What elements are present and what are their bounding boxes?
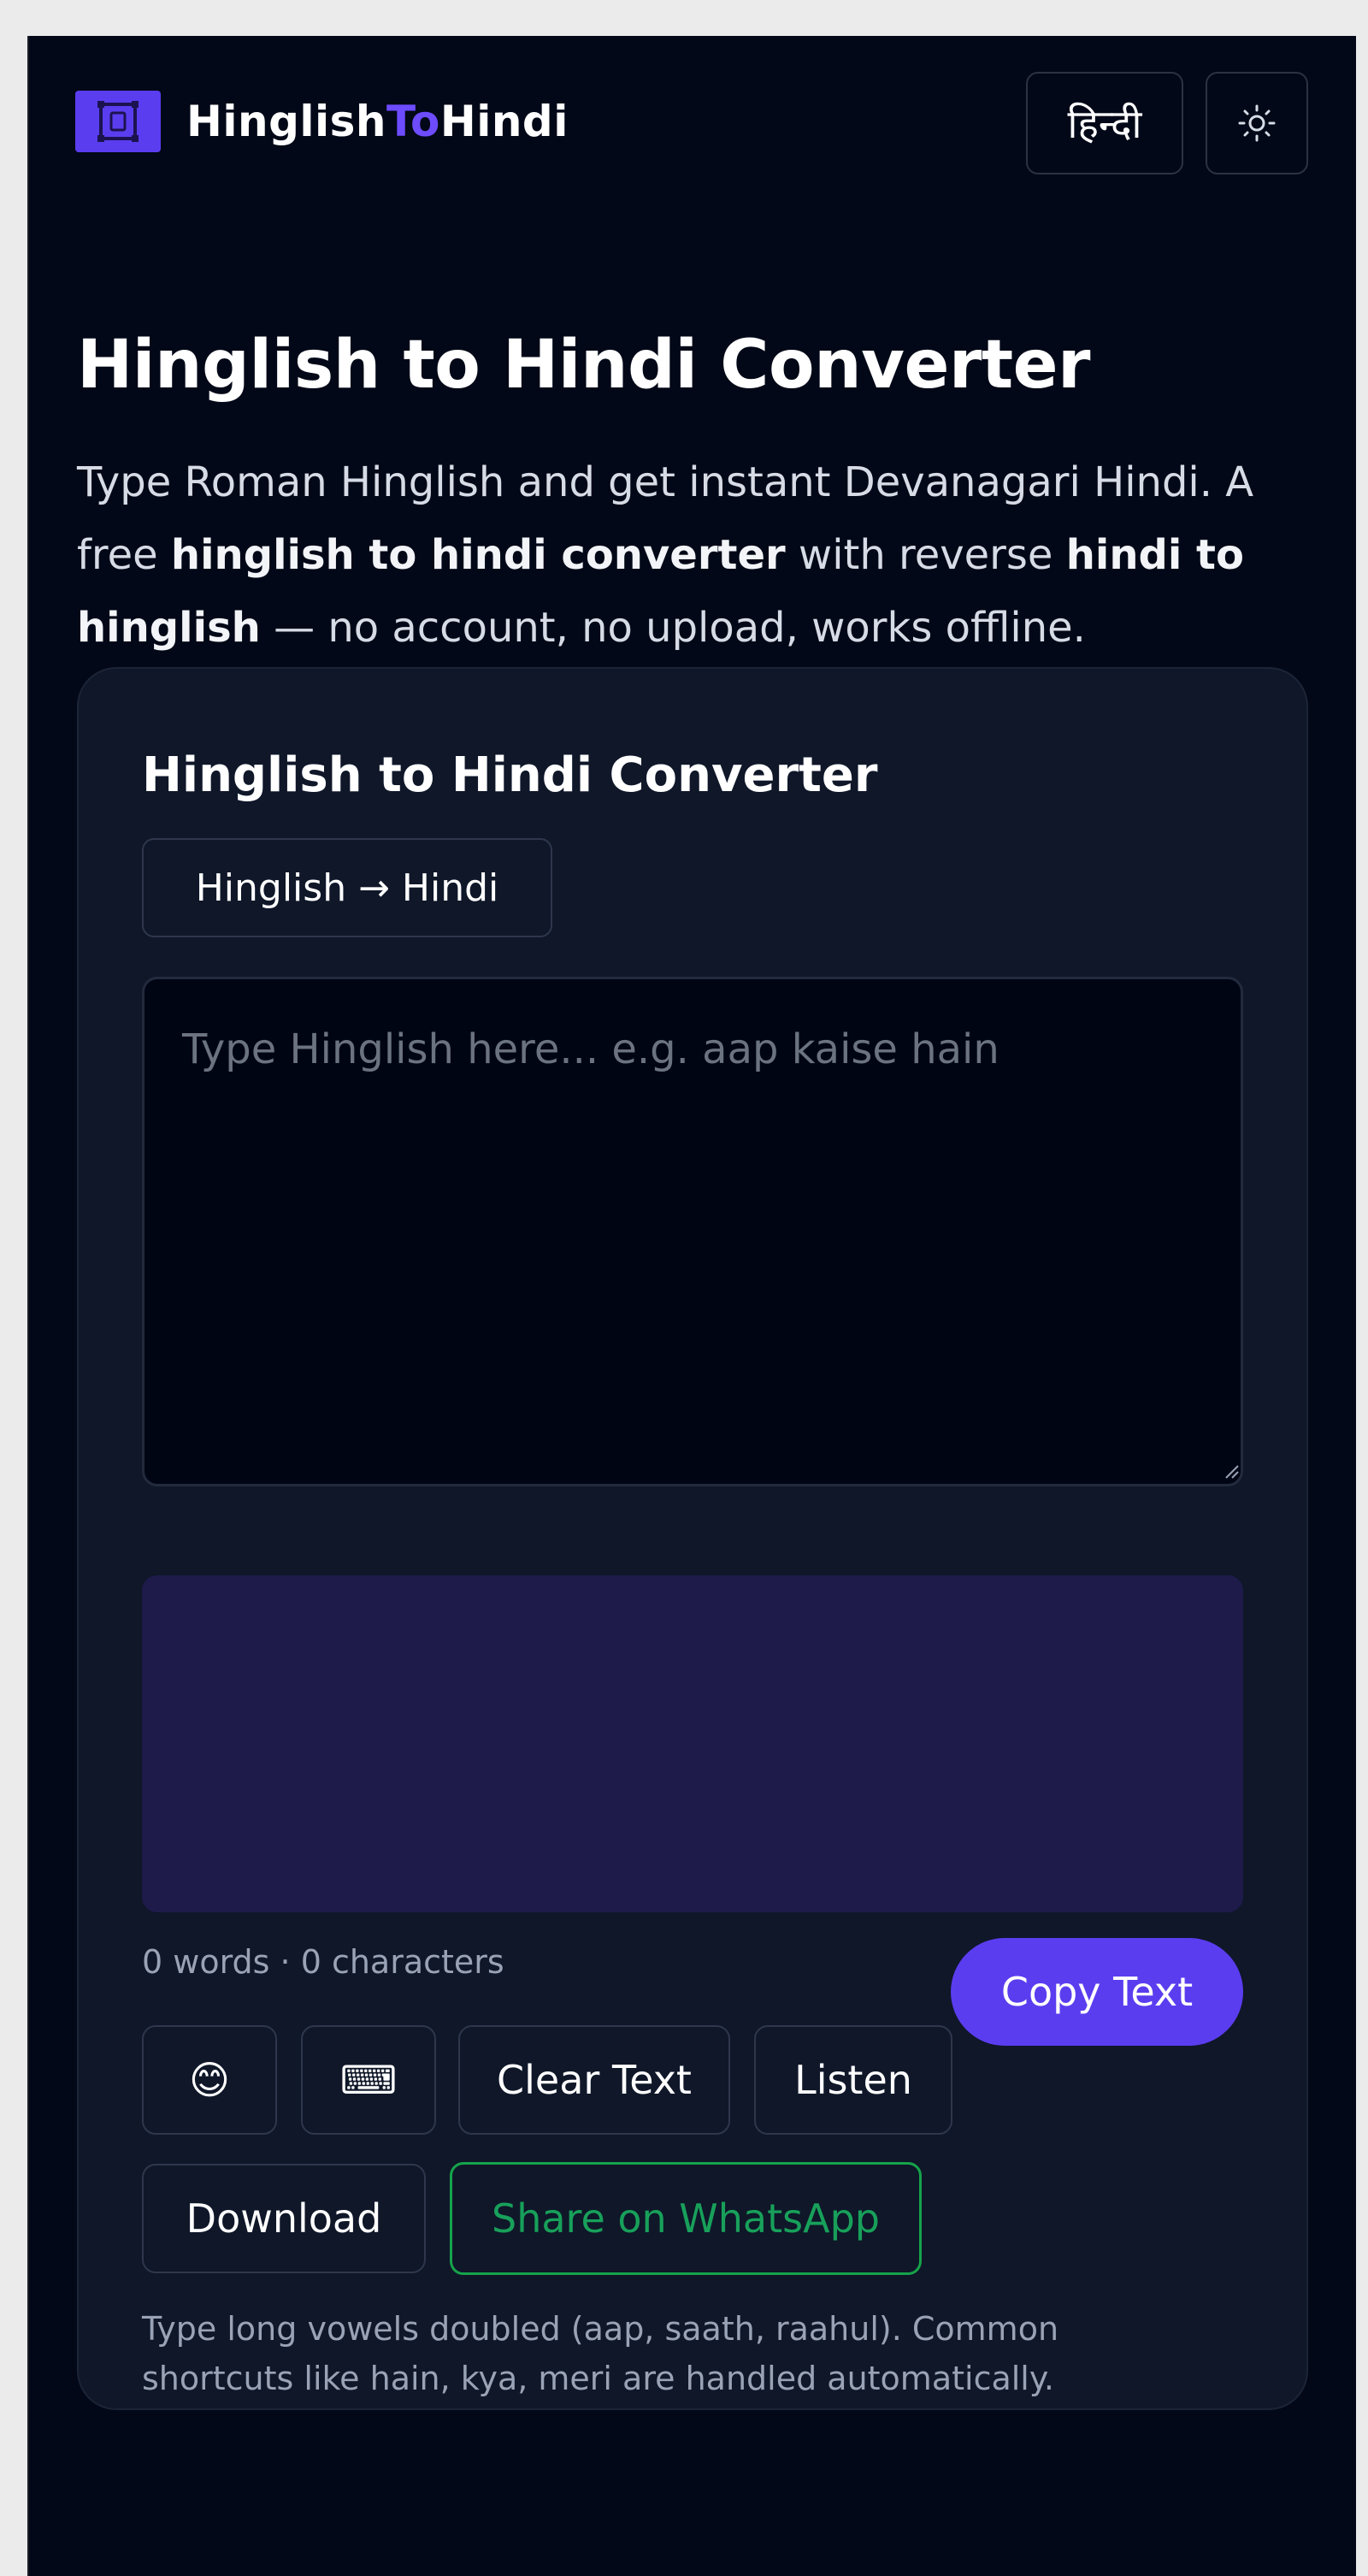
converter-card: Hinglish to Hindi Converter Hinglish → H… — [77, 667, 1308, 2410]
converter-title: Hinglish to Hindi Converter — [142, 747, 878, 803]
intro-keyword: hinglish to hindi converter — [170, 531, 786, 579]
clear-text-button[interactable]: Clear Text — [458, 2025, 730, 2135]
language-toggle-button[interactable]: हिन्दी — [1026, 72, 1183, 174]
emoji-button[interactable]: 😊 — [142, 2025, 277, 2135]
brand-prefix: Hinglish — [186, 97, 387, 146]
mode-toggle-button[interactable]: Hinglish → Hindi — [142, 838, 552, 937]
share-whatsapp-button[interactable]: Share on WhatsApp — [450, 2162, 922, 2275]
logo-icon — [75, 91, 161, 152]
theme-toggle-button[interactable] — [1206, 72, 1308, 174]
copy-text-button[interactable]: Copy Text — [951, 1938, 1243, 2046]
hinglish-input[interactable] — [142, 977, 1243, 1486]
app-frame: HinglishToHindi हिन्दी Hinglish to Hindi… — [27, 36, 1356, 2576]
intro-part: with reverse — [785, 531, 1066, 579]
usage-hint: Type long vowels doubled (aap, saath, ra… — [142, 2310, 1059, 2397]
word-character-count: 0 words · 0 characters — [142, 1943, 504, 1981]
intro-part: — no account, no upload, works offline. — [260, 604, 1086, 652]
sun-icon — [1238, 104, 1276, 142]
brand-name: HinglishToHindi — [186, 97, 569, 146]
hindi-output — [142, 1575, 1243, 1912]
listen-button[interactable]: Listen — [754, 2025, 952, 2135]
page-title: Hinglish to Hindi Converter — [77, 327, 1091, 404]
brand-suffix: Hindi — [439, 97, 569, 146]
keyboard-button[interactable]: ⌨ — [301, 2025, 436, 2135]
emoji-icon: 😊 — [189, 2057, 230, 2103]
download-button[interactable]: Download — [142, 2164, 426, 2273]
keyboard-icon: ⌨ — [339, 2057, 398, 2103]
resize-handle-icon[interactable] — [1223, 1462, 1240, 1480]
language-toggle-label: हिन्दी — [1067, 101, 1142, 147]
intro-text: Type Roman Hinglish and get instant Deva… — [77, 446, 1325, 665]
brand[interactable]: HinglishToHindi — [75, 91, 569, 152]
brand-accent: To — [386, 97, 440, 146]
